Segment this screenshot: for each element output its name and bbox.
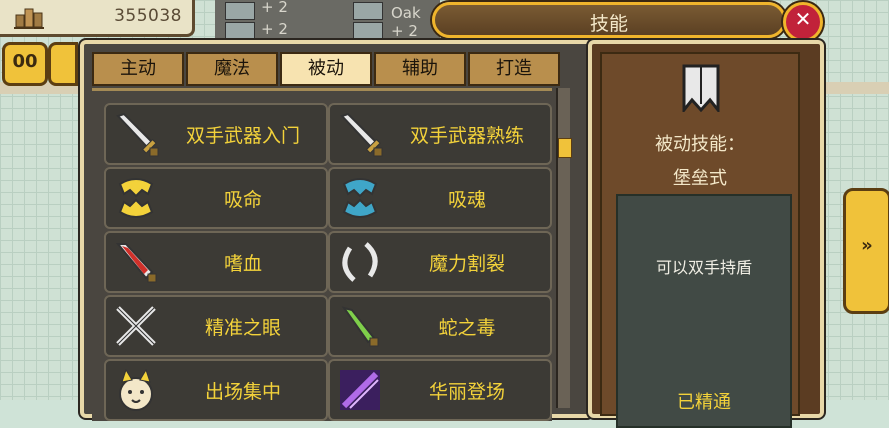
skill-card[interactable]: 华丽登场	[328, 359, 552, 421]
skill-description-box: 可以双手持盾 已精通	[616, 194, 792, 428]
double-chevron-right-icon: »	[861, 235, 873, 256]
tab-active-skills[interactable]: 主动	[92, 52, 184, 86]
cat-face-icon	[119, 368, 153, 411]
skill-name: 魔力割裂	[428, 253, 505, 275]
building-icon	[14, 8, 44, 29]
skill-name: 双手武器入门	[185, 125, 300, 147]
menu-button[interactable]: 00	[2, 42, 48, 86]
skill-list-scrollbar[interactable]	[556, 88, 572, 408]
strip-slot	[225, 22, 255, 40]
crossed-blades-icon	[116, 306, 156, 346]
shield-banner-icon	[682, 64, 720, 112]
blue-fang-icon	[342, 178, 378, 218]
scrollbar-thumb[interactable]	[558, 138, 572, 158]
menu-button-label: 00	[12, 51, 38, 72]
secondary-menu-button[interactable]	[48, 42, 78, 86]
skill-card[interactable]: 出场集中	[104, 359, 328, 421]
close-button[interactable]: ✕	[783, 2, 823, 42]
strip-text: + 2	[261, 0, 288, 16]
close-icon: ✕	[794, 7, 812, 31]
strip-text: + 2	[391, 22, 418, 40]
skill-detail-inner: 被动技能： 堡垒式 可以双手持盾 已精通	[600, 52, 800, 428]
skill-name: 精准之眼	[204, 317, 281, 339]
purple-sparkle-icon	[340, 370, 380, 410]
strip-slot	[225, 2, 255, 20]
skill-status: 已精通	[677, 392, 731, 413]
skill-name: 吸命	[223, 189, 262, 211]
sword-icon	[340, 112, 383, 157]
window-title-bar: 技能	[432, 2, 786, 38]
strip-slot	[353, 22, 383, 40]
skill-card[interactable]: 精准之眼	[104, 295, 328, 357]
strip-text: Oak	[391, 4, 421, 22]
poison-dagger-icon	[341, 306, 379, 347]
skill-detail-panel: 被动技能： 堡垒式 可以双手持盾 已精通	[588, 40, 824, 428]
skill-card[interactable]: 双手武器入门	[104, 103, 328, 165]
tab-magic[interactable]: 魔法	[186, 52, 278, 86]
skill-description: 可以双手持盾	[655, 258, 752, 277]
skill-tabs: 主动 魔法 被动 辅助 打造	[92, 52, 560, 86]
resource-counter: 355038	[0, 0, 195, 37]
resource-value: 355038	[114, 6, 182, 26]
skills-panel: 主动 魔法 被动 辅助 打造 双手武器入门 双手武器熟练 吸命 吸魂 嗜血 魔力…	[80, 40, 593, 421]
skill-name: 蛇之毒	[438, 317, 496, 339]
background-window-strip: + 2 Oak + 2 + 2	[215, 0, 440, 40]
skill-card[interactable]: 魔力割裂	[328, 231, 552, 293]
detail-skill-name: 堡垒式	[673, 168, 727, 189]
skill-card[interactable]: 蛇之毒	[328, 295, 552, 357]
blood-dagger-icon	[115, 243, 157, 283]
skill-name: 双手武器熟练	[409, 125, 524, 147]
tab-support[interactable]: 辅助	[374, 52, 466, 86]
next-page-button[interactable]: »	[843, 188, 889, 314]
crescent-slash-icon	[342, 242, 378, 282]
skill-card[interactable]: 吸命	[104, 167, 328, 229]
skill-name: 吸魂	[447, 189, 486, 211]
strip-slot	[353, 2, 383, 20]
skill-card[interactable]: 双手武器熟练	[328, 103, 552, 165]
skill-grid: 双手武器入门 双手武器熟练 吸命 吸魂 嗜血 魔力割裂 精准之眼 蛇之毒 出场集…	[92, 88, 552, 421]
tab-passive[interactable]: 被动	[280, 52, 372, 86]
strip-text: + 2	[261, 20, 288, 38]
yellow-fang-icon	[118, 178, 154, 218]
tab-crafting[interactable]: 打造	[468, 52, 560, 86]
sword-icon	[116, 112, 159, 157]
skill-card[interactable]: 嗜血	[104, 231, 328, 293]
window-title: 技能	[589, 13, 628, 35]
skill-card[interactable]: 吸魂	[328, 167, 552, 229]
skill-name: 嗜血	[223, 253, 262, 275]
detail-label: 被动技能：	[655, 134, 745, 155]
